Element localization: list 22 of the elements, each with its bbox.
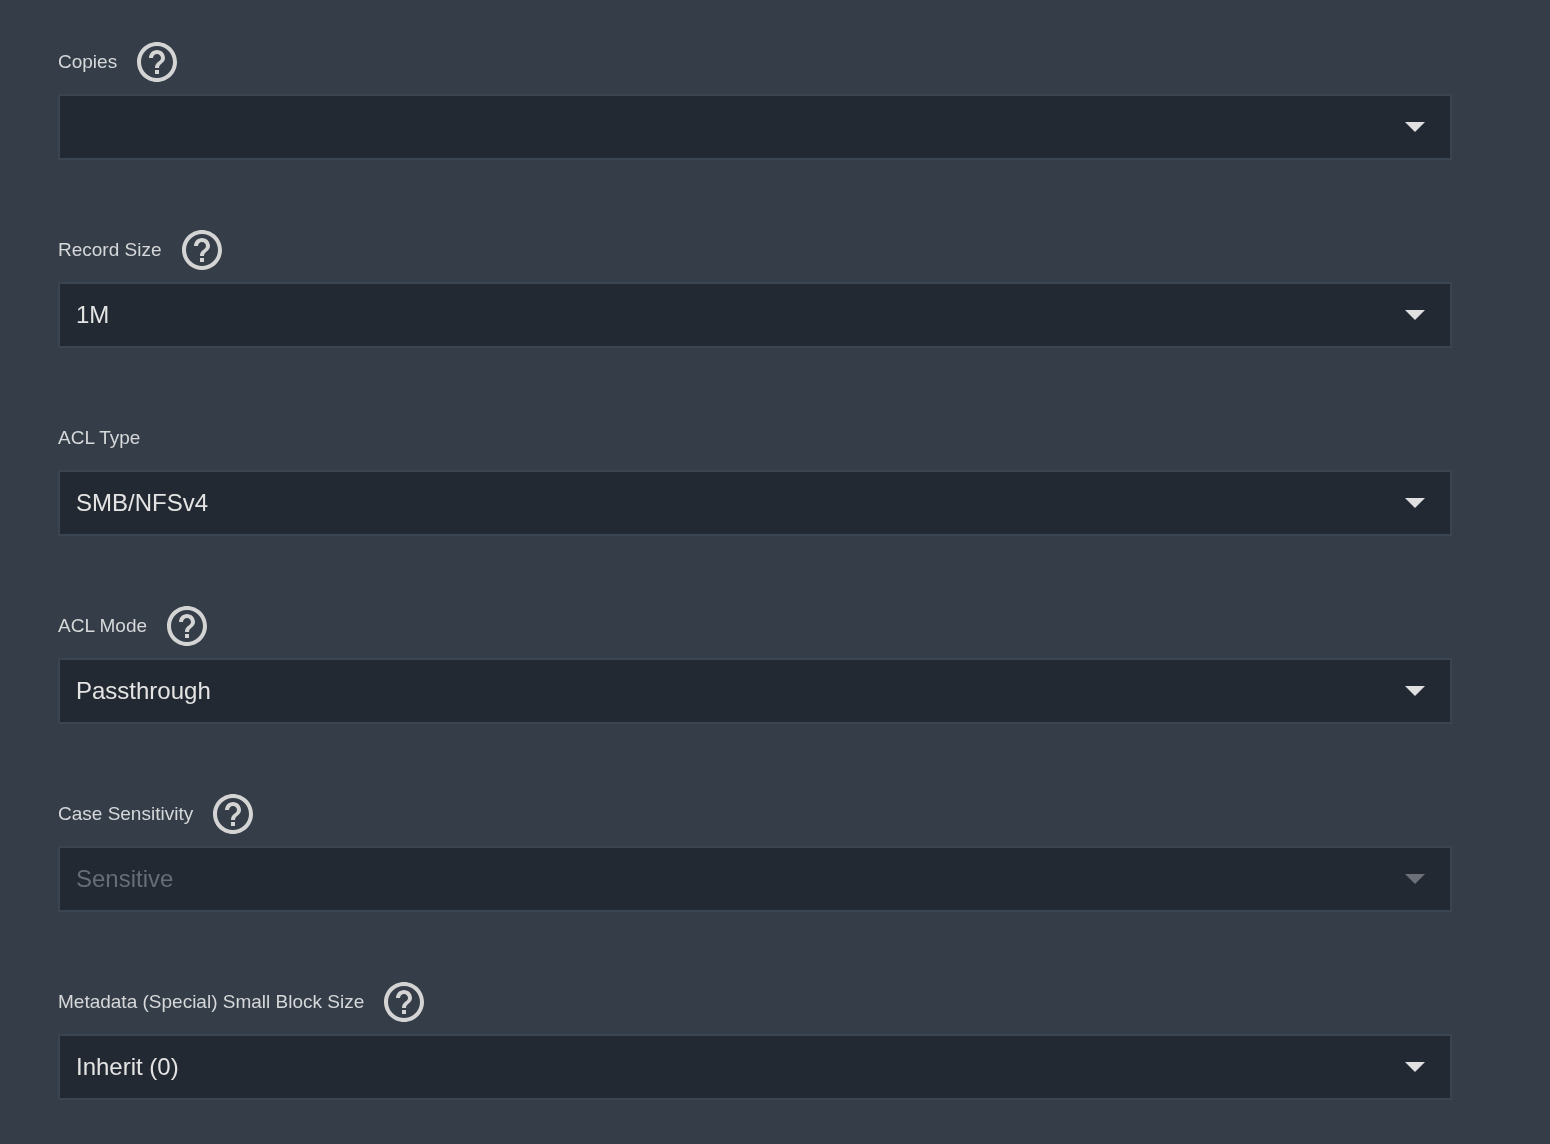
caret-icon: [1405, 498, 1425, 508]
dropdown-field[interactable]: Inherit (0): [58, 1034, 1452, 1100]
field-label: Metadata (Special) Small Block Size: [58, 991, 365, 1013]
dropdown-field[interactable]: 1M: [58, 282, 1452, 348]
dropdown-field[interactable]: SMB/NFSv4: [58, 470, 1452, 536]
dropdown-field[interactable]: Passthrough: [58, 658, 1452, 724]
field-label: Record Size: [58, 239, 162, 261]
help-icon[interactable]: [167, 606, 208, 646]
help-icon[interactable]: [137, 42, 178, 82]
field-label: Case Sensitivity: [58, 803, 194, 825]
dropdown-field[interactable]: [58, 94, 1452, 160]
field-label: ACL Type: [58, 427, 141, 449]
field-label: Copies: [58, 51, 118, 73]
help-icon[interactable]: [181, 230, 222, 270]
caret-icon: [1405, 310, 1425, 320]
caret-icon: [1405, 874, 1425, 884]
dropdown-field: Sensitive: [58, 846, 1452, 912]
help-icon[interactable]: [384, 982, 425, 1022]
caret-icon: [1405, 122, 1425, 132]
field-label: ACL Mode: [58, 615, 148, 637]
caret-icon: [1405, 686, 1425, 696]
caret-icon: [1405, 1062, 1425, 1072]
